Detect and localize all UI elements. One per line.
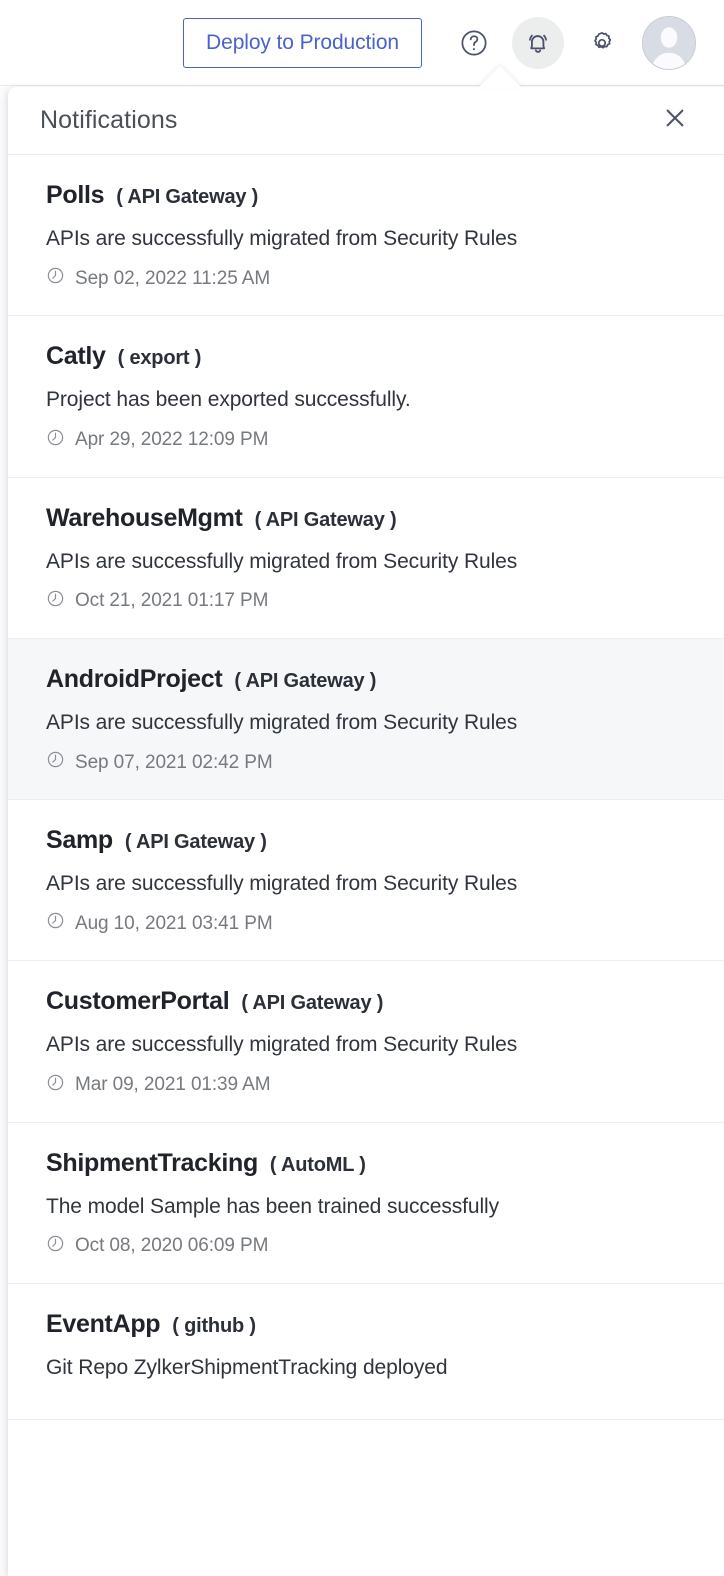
notification-item[interactable]: Catly ( export ) Project has been export…: [8, 316, 724, 478]
notification-project-name: EventApp: [46, 1309, 161, 1338]
help-button[interactable]: [448, 17, 500, 69]
notification-message: APIs are successfully migrated from Secu…: [46, 872, 518, 895]
deploy-to-production-button[interactable]: Deploy to Production: [183, 17, 422, 68]
notification-timestamp-row: Aug 10, 2021 03:41 PM: [46, 911, 698, 936]
notification-module-name: ( API Gateway ): [254, 508, 397, 531]
notification-project-name: WarehouseMgmt: [46, 503, 243, 532]
notification-timestamp: Oct 21, 2021 01:17 PM: [75, 590, 269, 612]
notifications-panel-header: Notifications: [8, 87, 724, 155]
notification-timestamp: Oct 08, 2020 06:09 PM: [75, 1235, 269, 1257]
notification-heading: CustomerPortal ( API Gateway ): [46, 987, 698, 1016]
notification-module-name: ( export ): [117, 347, 202, 370]
clock-icon: [46, 1234, 65, 1259]
bell-icon: [523, 28, 553, 58]
clock-icon: [46, 750, 65, 775]
gear-icon: [588, 29, 616, 57]
notification-message: APIs are successfully migrated from Secu…: [46, 1033, 518, 1057]
clock-icon: [46, 911, 65, 936]
notification-heading: Samp ( API Gateway ): [46, 826, 698, 855]
notifications-list: Polls ( API Gateway ) APIs are successfu…: [8, 155, 724, 1420]
user-avatar[interactable]: [642, 15, 696, 70]
notification-heading: AndroidProject ( API Gateway ): [46, 665, 698, 694]
notification-message: APIs are successfully migrated from Secu…: [46, 227, 518, 250]
notification-timestamp: Mar 09, 2021 01:39 AM: [75, 1074, 271, 1095]
notification-item[interactable]: Samp ( API Gateway ) APIs are successful…: [8, 800, 724, 962]
notification-module-name: ( github ): [172, 1314, 256, 1337]
notification-heading: EventApp ( github ): [46, 1310, 698, 1339]
notification-project-name: CustomerPortal: [46, 987, 230, 1016]
notification-module-name: ( API Gateway ): [234, 669, 377, 692]
notifications-panel: Notifications Polls ( API Gateway ) APIs…: [8, 87, 724, 1576]
notification-project-name: Catly: [46, 342, 106, 371]
notification-message: APIs are successfully migrated from Secu…: [46, 549, 518, 573]
notifications-bell-button[interactable]: [512, 16, 564, 69]
notification-item[interactable]: WarehouseMgmt ( API Gateway ) APIs are s…: [8, 477, 724, 639]
notification-message: APIs are successfully migrated from Secu…: [46, 710, 518, 734]
clock-icon: [46, 428, 65, 453]
notification-module-name: ( API Gateway ): [124, 831, 267, 853]
clock-icon: [46, 266, 65, 291]
notification-timestamp-row: Oct 08, 2020 06:09 PM: [46, 1234, 698, 1259]
notification-heading: Catly ( export ): [46, 342, 698, 371]
notification-timestamp: Sep 02, 2022 11:25 AM: [75, 267, 271, 289]
notification-heading: WarehouseMgmt ( API Gateway ): [46, 504, 698, 533]
clock-icon: [46, 589, 65, 614]
notification-timestamp-row: Sep 02, 2022 11:25 AM: [46, 266, 698, 291]
notification-timestamp-row: Apr 29, 2022 12:09 PM: [46, 428, 698, 453]
notification-message: Git Repo ZylkerShipmentTracking deployed: [46, 1355, 448, 1379]
notification-timestamp-row: Mar 09, 2021 01:39 AM: [46, 1073, 698, 1098]
notification-heading: Polls ( API Gateway ): [46, 181, 698, 210]
notification-message: Project has been exported successfully.: [46, 388, 411, 412]
notification-project-name: Samp: [46, 826, 113, 854]
notification-heading: ShipmentTracking ( AutoML ): [46, 1149, 698, 1178]
notification-item[interactable]: EventApp ( github ) Git Repo ZylkerShipm…: [8, 1283, 724, 1420]
notification-timestamp-row: Oct 21, 2021 01:17 PM: [46, 589, 698, 614]
user-avatar-icon: [643, 16, 695, 69]
notification-timestamp: Apr 29, 2022 12:09 PM: [75, 429, 269, 450]
notification-module-name: ( AutoML ): [269, 1153, 366, 1176]
panel-title: Notifications: [40, 106, 178, 134]
notification-item[interactable]: Polls ( API Gateway ) APIs are successfu…: [8, 155, 724, 317]
clock-icon: [46, 1073, 65, 1098]
help-circle-icon: [459, 28, 489, 58]
close-panel-button[interactable]: [660, 106, 690, 136]
panel-pointer-caret: [478, 66, 522, 88]
notification-timestamp: Sep 07, 2021 02:42 PM: [75, 751, 273, 773]
notification-project-name: Polls: [46, 181, 105, 209]
notification-item[interactable]: CustomerPortal ( API Gateway ) APIs are …: [8, 961, 724, 1123]
top-bar: Deploy to Production: [0, 0, 724, 86]
notification-module-name: ( API Gateway ): [241, 992, 384, 1015]
notification-item[interactable]: AndroidProject ( API Gateway ) APIs are …: [8, 638, 724, 800]
settings-button[interactable]: [576, 17, 628, 69]
notification-timestamp: Aug 10, 2021 03:41 PM: [75, 912, 273, 934]
notification-project-name: AndroidProject: [46, 664, 223, 693]
notification-project-name: ShipmentTracking: [46, 1148, 258, 1177]
notification-message: The model Sample has been trained succes…: [46, 1194, 499, 1218]
notification-module-name: ( API Gateway ): [116, 186, 259, 208]
notification-timestamp-row: Sep 07, 2021 02:42 PM: [46, 750, 698, 775]
close-icon: [663, 106, 687, 135]
notification-item[interactable]: ShipmentTracking ( AutoML ) The model Sa…: [8, 1122, 724, 1284]
